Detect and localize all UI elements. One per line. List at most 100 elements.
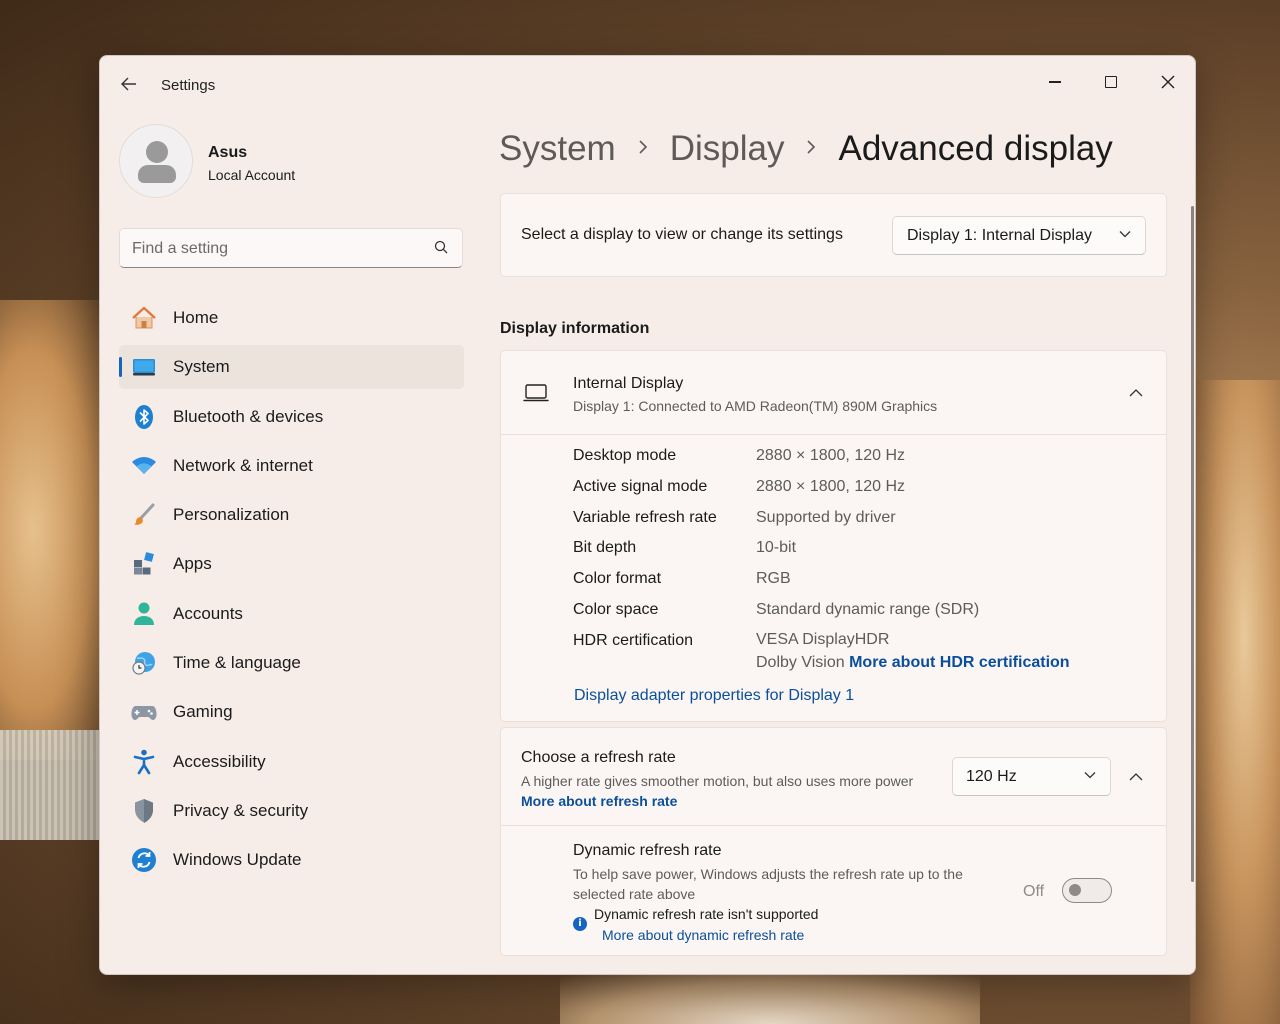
- avatar[interactable]: [119, 124, 193, 198]
- breadcrumb-display[interactable]: Display: [670, 129, 785, 169]
- display-name: Internal Display: [573, 375, 684, 392]
- refresh-rate-link[interactable]: More about refresh rate: [521, 793, 677, 809]
- spec-value: Standard dynamic range (SDR): [756, 600, 980, 618]
- spec-key: Color space: [573, 600, 659, 618]
- background-cat-bottom: [560, 975, 980, 1024]
- search-input[interactable]: [132, 237, 422, 261]
- sidebar-item-personalization[interactable]: Personalization: [119, 493, 464, 537]
- hdr-values: VESA DisplayHDR Dolby Vision More about …: [756, 628, 1070, 674]
- chevron-right-icon: [806, 138, 816, 161]
- spec-key: Bit depth: [573, 539, 637, 557]
- bluetooth-icon: [131, 404, 157, 430]
- sidebar-item-label: Gaming: [173, 702, 233, 722]
- spec-row: Active signal mode 2880 × 1800, 120 Hz: [573, 478, 1153, 509]
- close-icon: [1161, 75, 1175, 89]
- sidebar-item-label: System: [173, 357, 230, 377]
- sidebar-item-bluetooth[interactable]: Bluetooth & devices: [119, 395, 464, 439]
- page-title: Advanced display: [838, 129, 1113, 168]
- avatar-head: [146, 141, 168, 163]
- spec-value: Supported by driver: [756, 508, 896, 526]
- chevron-up-icon: [1129, 389, 1143, 397]
- close-button[interactable]: [1145, 64, 1191, 100]
- spec-row: Color format RGB: [573, 570, 1153, 601]
- display-info-collapse-button[interactable]: [1120, 377, 1152, 409]
- home-icon: [131, 305, 157, 331]
- back-arrow-icon: [121, 77, 136, 91]
- sidebar-item-system[interactable]: System: [119, 345, 464, 390]
- display-adapter-properties-link[interactable]: Display adapter properties for Display 1: [574, 687, 854, 705]
- sidebar-item-accessibility[interactable]: Accessibility: [119, 740, 464, 784]
- refresh-rate-title: Choose a refresh rate: [521, 749, 676, 766]
- spec-row: Bit depth 10-bit: [573, 539, 1153, 570]
- spec-value: 2880 × 1800, 120 Hz: [756, 447, 906, 464]
- laptop-icon: [523, 384, 549, 402]
- sidebar-item-label: Privacy & security: [173, 800, 309, 820]
- spec-key: Color format: [573, 570, 662, 588]
- dynamic-refresh-toggle-label: Off: [1023, 883, 1045, 900]
- accounts-icon: [131, 601, 157, 627]
- display-select-label: Select a display to view or change its s…: [521, 226, 843, 243]
- spec-value: 2880 × 1800, 120 Hz: [756, 477, 906, 495]
- sidebar-item-network[interactable]: Network & internet: [119, 444, 464, 488]
- system-icon: [131, 354, 157, 380]
- spec-row-hdr: HDR certification VESA DisplayHDR Dolby …: [573, 631, 1153, 674]
- sidebar-item-label: Accounts: [173, 603, 243, 623]
- sidebar-item-label: Accessibility: [173, 751, 266, 771]
- display-select-card: Select a display to view or change its s…: [500, 193, 1167, 277]
- globe-clock-icon: [131, 650, 157, 676]
- chevron-down-icon: [1084, 772, 1096, 779]
- sidebar-item-label: Windows Update: [173, 850, 302, 870]
- dynamic-refresh-warning: Dynamic refresh rate isn't supported: [594, 906, 819, 922]
- accessibility-icon: [131, 749, 157, 775]
- refresh-rate-header: Choose a refresh rate A higher rate give…: [501, 728, 1166, 826]
- dynamic-refresh-link[interactable]: More about dynamic refresh rate: [602, 927, 804, 943]
- spec-value: RGB: [756, 570, 791, 588]
- settings-window: Settings Asus Local Account Home System: [99, 55, 1196, 975]
- breadcrumb: System Display Advanced display: [499, 124, 1113, 174]
- search-box[interactable]: [119, 228, 463, 268]
- sidebar-item-home[interactable]: Home: [119, 296, 464, 340]
- dynamic-refresh-toggle[interactable]: [1062, 878, 1112, 903]
- hdr-certification-link[interactable]: More about HDR certification: [849, 654, 1069, 671]
- dynamic-refresh-title: Dynamic refresh rate: [573, 842, 722, 859]
- display-connection: Display 1: Connected to AMD Radeon(TM) 8…: [573, 398, 938, 414]
- apps-icon: [131, 551, 157, 577]
- minimize-button[interactable]: [1032, 64, 1078, 100]
- background-cat-left: [0, 300, 110, 760]
- refresh-rate-value: 120 Hz: [966, 767, 1017, 785]
- sidebar-item-label: Personalization: [173, 505, 290, 525]
- info-icon: i: [573, 917, 587, 931]
- refresh-rate-collapse-button[interactable]: [1120, 761, 1152, 793]
- sidebar-item-label: Bluetooth & devices: [173, 406, 324, 426]
- brush-icon: [131, 502, 157, 528]
- display-dropdown-value: Display 1: Internal Display: [907, 226, 1092, 244]
- sidebar-item-windows-update[interactable]: Windows Update: [119, 838, 464, 882]
- shield-icon: [131, 798, 157, 824]
- sidebar-item-label: Network & internet: [173, 455, 313, 475]
- spec-value: 10-bit: [756, 539, 797, 557]
- refresh-rate-desc-text: A higher rate gives smoother motion, but…: [521, 773, 914, 789]
- search-icon[interactable]: [434, 240, 448, 254]
- refresh-rate-card: Choose a refresh rate A higher rate give…: [500, 727, 1167, 956]
- sidebar-item-time-language[interactable]: Time & language: [119, 641, 464, 685]
- gamepad-icon: [131, 699, 157, 725]
- sidebar-item-label: Apps: [173, 554, 212, 574]
- back-button[interactable]: [116, 74, 142, 96]
- refresh-rate-description: A higher rate gives smoother motion, but…: [521, 771, 921, 811]
- sidebar-item-accounts[interactable]: Accounts: [119, 592, 464, 636]
- chevron-down-icon: [1119, 231, 1131, 238]
- refresh-rate-dropdown[interactable]: 120 Hz: [952, 757, 1111, 796]
- toggle-knob: [1069, 884, 1081, 896]
- wifi-icon: [131, 453, 157, 479]
- maximize-button[interactable]: [1088, 64, 1134, 100]
- sidebar-item-gaming[interactable]: Gaming: [119, 690, 464, 734]
- display-specs: Desktop mode 2880 × 1800, 120 Hz Active …: [573, 447, 1153, 674]
- avatar-body: [138, 165, 176, 183]
- display-dropdown[interactable]: Display 1: Internal Display: [892, 216, 1146, 255]
- display-information-header[interactable]: Internal Display Display 1: Connected to…: [501, 351, 1166, 435]
- sidebar-item-apps[interactable]: Apps: [119, 542, 464, 586]
- breadcrumb-system[interactable]: System: [499, 129, 616, 169]
- sidebar-item-privacy[interactable]: Privacy & security: [119, 789, 464, 833]
- sidebar-item-label: Time & language: [173, 653, 301, 673]
- scrollbar[interactable]: [1191, 206, 1194, 882]
